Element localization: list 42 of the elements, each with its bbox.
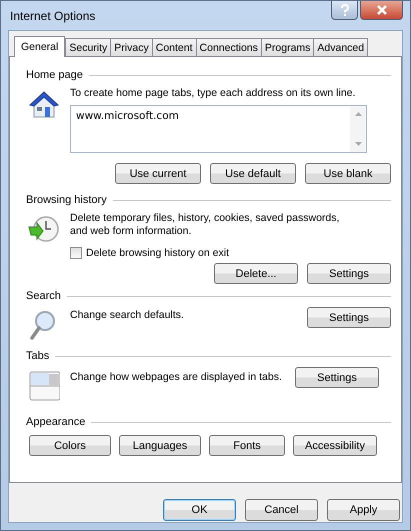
close-icon xyxy=(376,5,388,15)
section-heading: Home page xyxy=(26,69,83,81)
close-button[interactable] xyxy=(360,1,403,20)
dialog-button[interactable]: Cancel xyxy=(245,499,318,521)
browsing-history-button[interactable]: Settings xyxy=(307,263,391,284)
tabs-settings-button[interactable]: Settings xyxy=(295,367,379,388)
scrollbar[interactable] xyxy=(350,106,366,152)
search-settings-button[interactable]: Settings xyxy=(307,307,391,328)
window-title: Internet Options xyxy=(9,8,96,22)
tab[interactable]: General xyxy=(14,36,66,57)
appearance-button[interactable]: Languages xyxy=(119,435,201,456)
dialog-button[interactable]: OK xyxy=(163,499,236,521)
tab[interactable]: Connections xyxy=(196,38,262,56)
home-page-button[interactable]: Use blank xyxy=(305,163,391,184)
scroll-up-icon[interactable] xyxy=(354,112,362,116)
browsing-history-button[interactable]: Delete... xyxy=(214,263,298,284)
home-page-button[interactable]: Use current xyxy=(115,163,201,184)
section-heading: Browsing history xyxy=(26,194,107,206)
house-icon xyxy=(28,89,60,119)
question-mark-icon xyxy=(340,4,350,16)
tab[interactable]: Privacy xyxy=(110,38,153,56)
tab[interactable]: Advanced xyxy=(313,38,368,56)
scroll-down-icon[interactable] xyxy=(354,142,362,146)
browsing-history-description: Delete temporary files, history, cookies, saved passwords, and web form information. xyxy=(70,212,340,238)
help-button[interactable] xyxy=(331,1,358,20)
home-page-address-field[interactable]: www.microsoft.com xyxy=(70,105,367,153)
tab[interactable]: Security xyxy=(65,38,112,56)
tab[interactable]: Content xyxy=(152,38,197,56)
delete-on-exit-checkbox[interactable]: Delete browsing history on exit xyxy=(70,247,391,259)
appearance-button[interactable]: Accessibility xyxy=(293,435,377,456)
home-page-button[interactable]: Use default xyxy=(210,163,296,184)
dialog-button[interactable]: Apply xyxy=(327,499,400,521)
home-page-instructions: To create home page tabs, type each address on its own line. xyxy=(70,87,356,100)
section-heading: Appearance xyxy=(26,416,86,428)
appearance-button[interactable]: Colors xyxy=(29,435,111,456)
section-heading: Search xyxy=(26,290,61,302)
appearance-button[interactable]: Fonts xyxy=(209,435,285,456)
tab[interactable]: Programs xyxy=(260,38,314,56)
section-heading: Tabs xyxy=(26,350,50,362)
tabs-description: Change how webpages are displayed in tabs. xyxy=(70,370,283,384)
tabs-icon xyxy=(28,369,60,401)
search-description: Change search defaults. xyxy=(70,308,185,322)
